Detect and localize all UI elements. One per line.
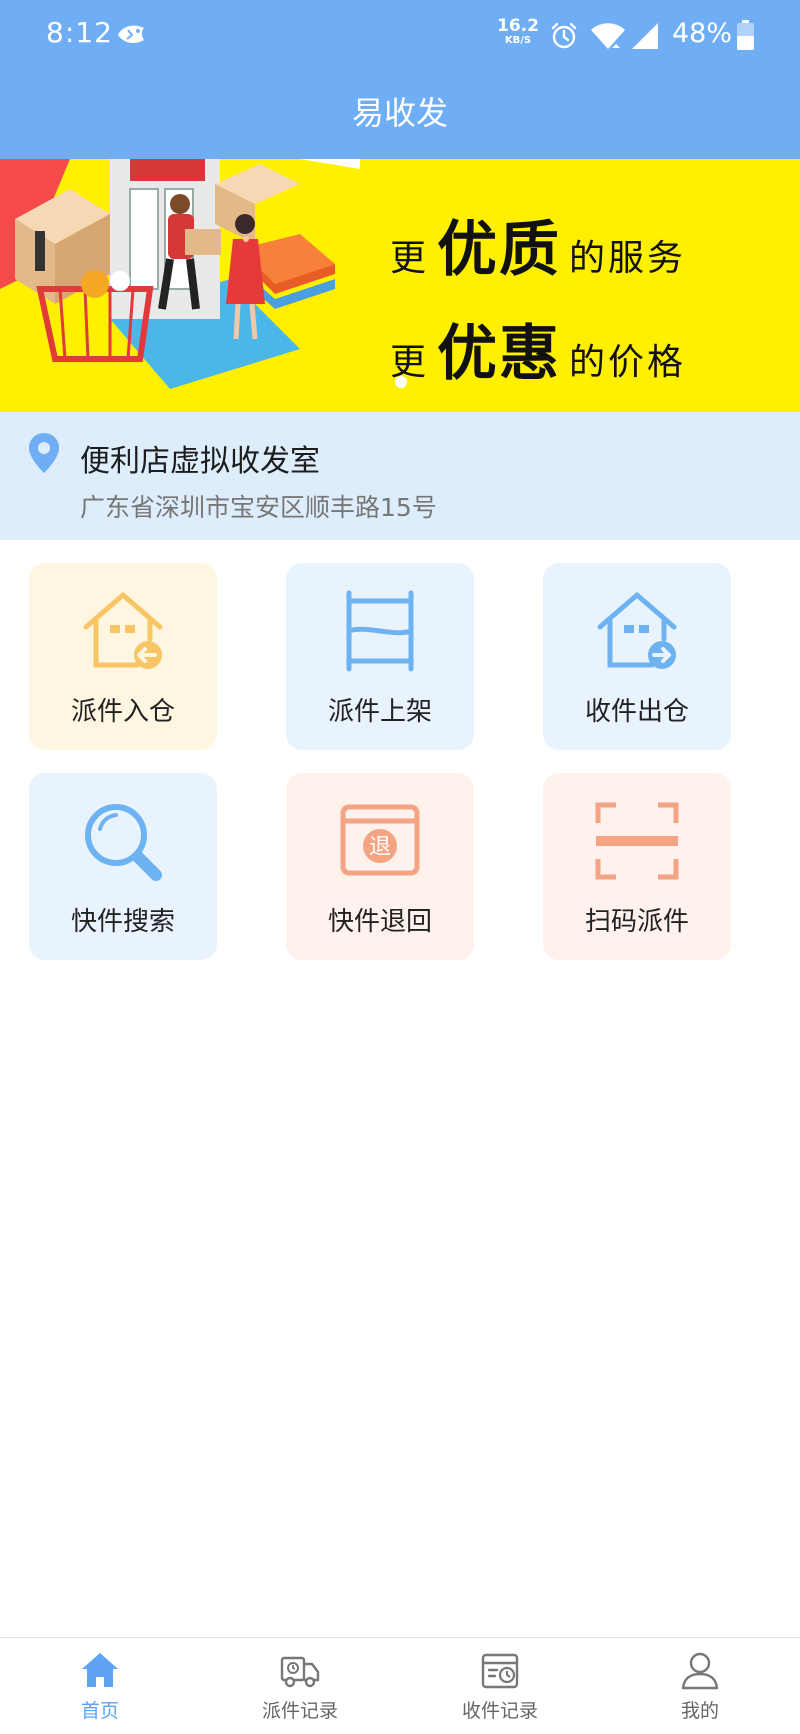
page-title: 易收发 (351, 94, 448, 132)
tile-label: 派件入仓 (70, 697, 175, 727)
network-speed-unit: KB/S (504, 35, 532, 46)
status-bar: 8:12 16.2 KB/S 48% (0, 0, 800, 72)
slogan-2-bold: 优惠 (437, 319, 562, 389)
battery-icon (737, 20, 754, 50)
receive-record-icon (481, 1653, 519, 1689)
slogan-line-1: 更优质 的服务 (390, 201, 686, 288)
nav-receive-records[interactable]: 收件记录 (400, 1638, 600, 1734)
home-icon (82, 1653, 118, 1687)
slogan-1-bold: 优质 (437, 215, 562, 285)
nav-home[interactable]: 首页 (0, 1638, 200, 1734)
truck-icon (280, 1656, 320, 1688)
return-box-icon: 退 (340, 804, 420, 876)
tile-receive-out[interactable]: 收件出仓 (543, 563, 731, 750)
alarm-icon (551, 22, 577, 49)
delivery-illustration (0, 159, 360, 412)
location-address: 广东省深圳市宝安区顺丰路15号 (80, 493, 437, 522)
slogan-2-suffix: 的价格 (569, 342, 687, 383)
slogan-line-2: 更优惠 的价格 (390, 305, 686, 392)
house-out-icon (597, 592, 677, 669)
tile-label: 扫码派件 (584, 907, 689, 937)
battery-percent: 48% (672, 18, 733, 49)
nav-label: 我的 (680, 1700, 719, 1722)
nav-mine[interactable]: 我的 (600, 1638, 800, 1734)
app-screen: 8:12 16.2 KB/S 48% 易收发 更 优质 的服务 更 优惠 的价格… (0, 0, 800, 1734)
wifi-icon (591, 23, 625, 49)
tile-return[interactable]: 退 快件退回 (286, 773, 474, 960)
fish-icon (118, 25, 144, 43)
network-speed: 16.2 KB/S (496, 18, 540, 46)
top-bar: 8:12 16.2 KB/S 48% 易收发 (0, 0, 800, 159)
slogan-1-prefix: 更 (390, 238, 430, 279)
tile-scan-dispatch[interactable]: 扫码派件 (543, 773, 731, 960)
banner-page-dot[interactable] (395, 376, 407, 388)
nav-label: 派件记录 (261, 1700, 338, 1722)
location-card[interactable]: 便利店虚拟收发室 广东省深圳市宝安区顺丰路15号 (0, 412, 800, 540)
status-time: 8:12 (46, 16, 113, 49)
search-icon (85, 804, 162, 881)
tile-dispatch-in[interactable]: 派件入仓 (29, 563, 217, 750)
signal-icon (632, 23, 658, 49)
promo-banner[interactable]: 更优质 的服务 更优惠 的价格 (0, 159, 800, 412)
network-speed-value: 16.2 (497, 16, 539, 36)
tile-label: 收件出仓 (584, 697, 689, 727)
nav-label: 首页 (80, 1700, 119, 1722)
user-icon (681, 1652, 719, 1690)
nav-label: 收件记录 (461, 1700, 538, 1722)
tile-label: 派件上架 (327, 697, 432, 727)
nav-dispatch-records[interactable]: 派件记录 (200, 1638, 400, 1734)
scan-icon (595, 802, 679, 880)
tile-search[interactable]: 快件搜索 (29, 773, 217, 960)
bottom-nav: 首页 派件记录 收件记录 我的 (0, 1637, 800, 1734)
shelf-icon (346, 590, 414, 672)
slogan-1-suffix: 的服务 (569, 238, 687, 279)
tile-dispatch-shelf[interactable]: 派件上架 (286, 563, 474, 750)
location-name: 便利店虚拟收发室 (80, 444, 320, 479)
house-in-icon (83, 592, 163, 669)
return-badge-text: 退 (369, 835, 391, 860)
tile-label: 快件退回 (327, 907, 432, 937)
location-pin-icon (29, 433, 59, 473)
tile-label: 快件搜索 (70, 907, 175, 937)
